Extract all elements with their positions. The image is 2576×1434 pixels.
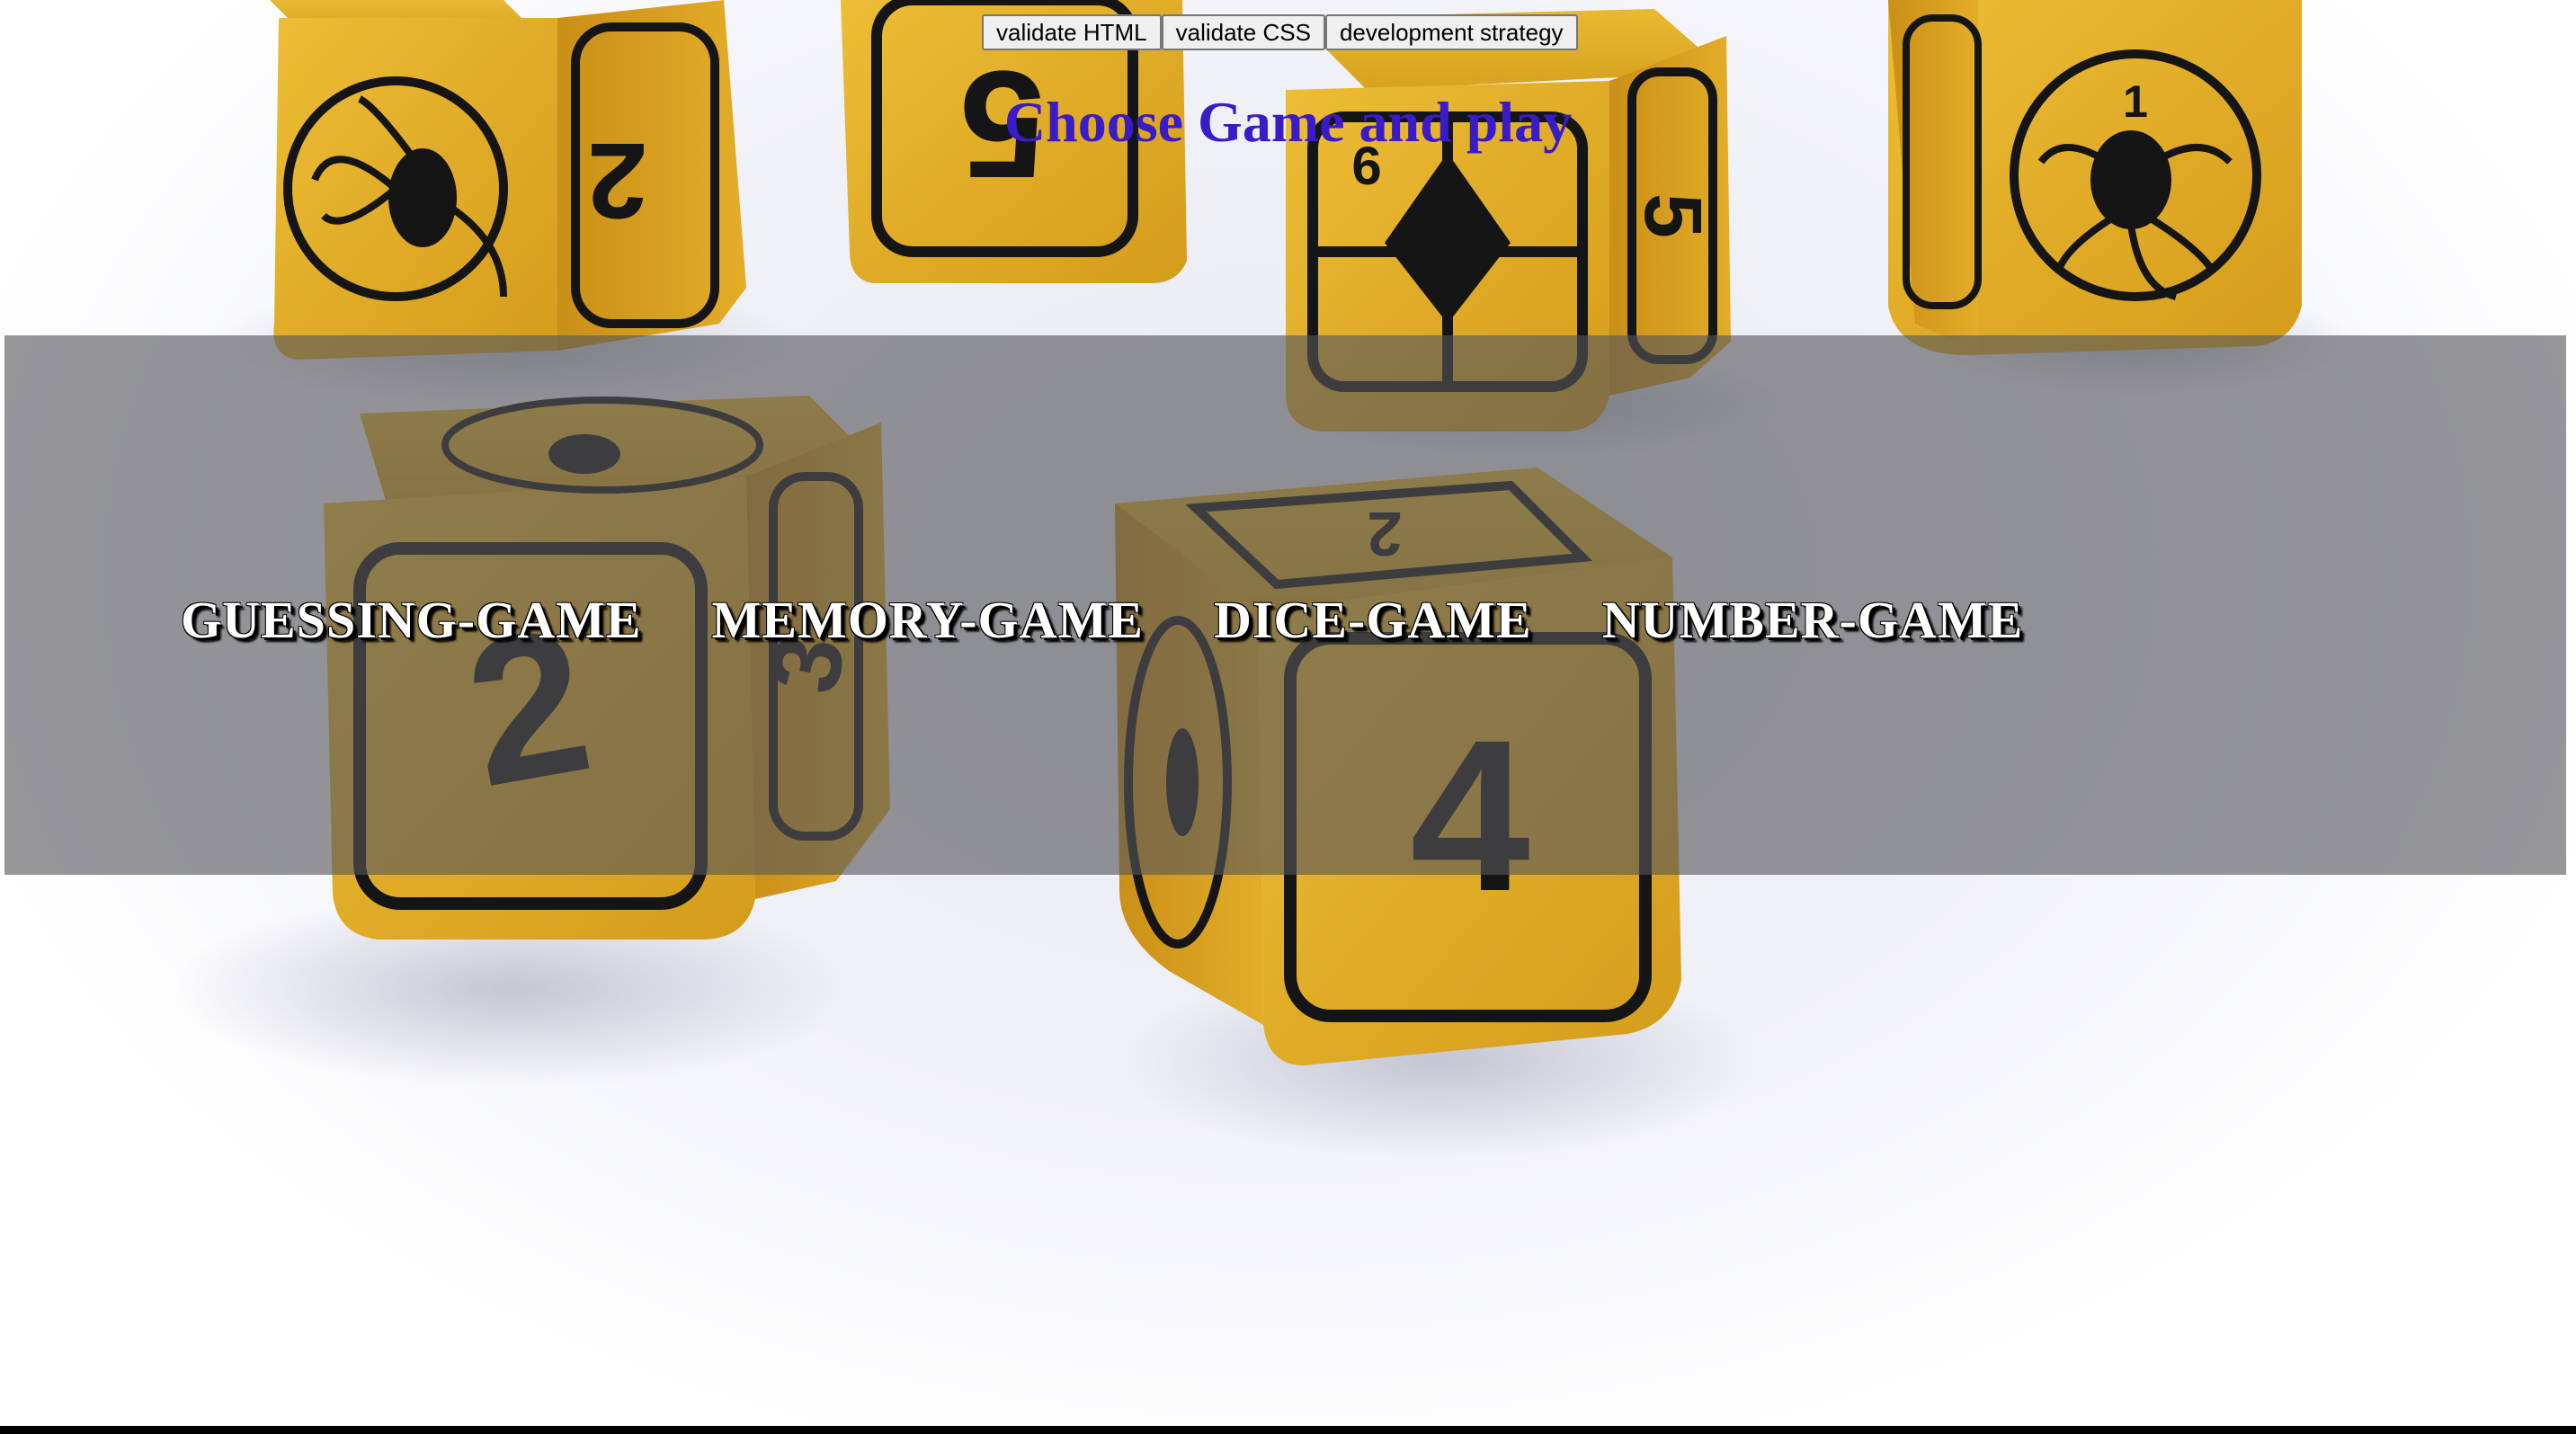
games-nav: GUESSING-GAME MEMORY-GAME DICE-GAME NUMB… — [181, 590, 2023, 650]
development-strategy-button[interactable]: development strategy — [1324, 14, 1578, 50]
guessing-game-link[interactable]: GUESSING-GAME — [181, 590, 642, 650]
validation-toolbar: validate HTML validate CSS development s… — [982, 14, 1578, 50]
footer-bar — [0, 1426, 2576, 1434]
number-game-link[interactable]: NUMBER-GAME — [1602, 590, 2024, 650]
page-title: Choose Game and play — [1003, 90, 1573, 154]
die-top-right: 1 — [1888, 0, 2302, 355]
die-top-left: 2 — [270, 0, 746, 360]
validate-css-button[interactable]: validate CSS — [1161, 14, 1325, 50]
svg-text:5: 5 — [1627, 193, 1717, 238]
validate-html-button[interactable]: validate HTML — [982, 14, 1162, 50]
dice-game-link[interactable]: DICE-GAME — [1214, 590, 1532, 650]
page: 2 5 6 5 1 validate HTML validate CSS dev… — [0, 0, 2576, 1434]
memory-game-link[interactable]: MEMORY-GAME — [712, 590, 1144, 650]
